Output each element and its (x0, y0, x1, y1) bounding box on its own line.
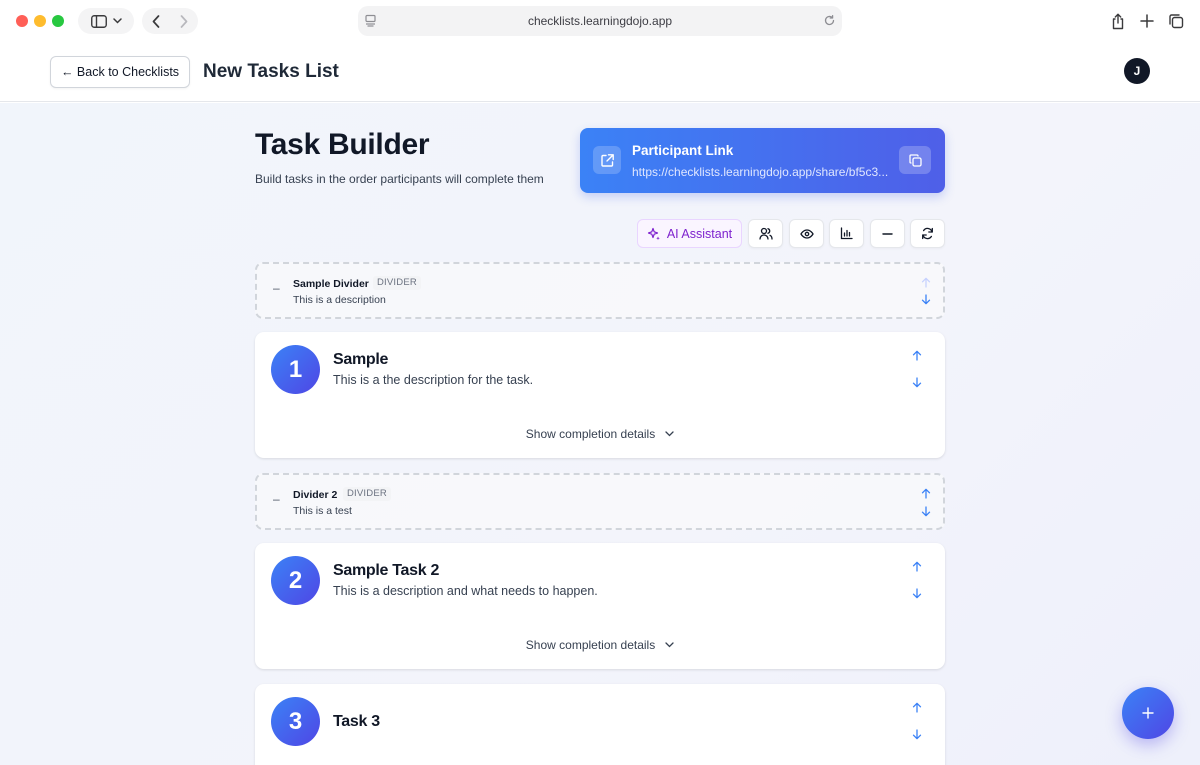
move-up-button[interactable] (910, 700, 924, 714)
tabs-icon (1167, 12, 1185, 30)
arrow-up-icon (921, 488, 931, 499)
move-down-button[interactable] (910, 727, 924, 741)
bar-chart-icon (840, 227, 853, 240)
move-up-button[interactable] (919, 486, 933, 500)
participants-button[interactable] (748, 219, 783, 248)
copy-link-button[interactable] (899, 146, 931, 174)
participant-link-title: Participant Link (632, 143, 734, 158)
divider-badge: DIVIDER (373, 276, 421, 290)
external-link-icon[interactable] (593, 146, 621, 174)
browser-chrome: checklists.learningdojo.app (0, 0, 1200, 42)
move-down-button[interactable] (919, 292, 933, 306)
avatar[interactable]: J (1124, 58, 1150, 84)
move-up-button[interactable] (910, 348, 924, 362)
show-completion-details-button[interactable]: Show completion details (255, 638, 945, 652)
divider-item[interactable]: – Sample Divider DIVIDER This is a descr… (255, 262, 945, 319)
show-completion-details-label: Show completion details (525, 638, 656, 652)
sidebar-toggle-button[interactable] (78, 8, 134, 34)
address-url: checklists.learningdojo.app (527, 14, 673, 28)
task-number: 2 (271, 556, 320, 605)
new-tab-button[interactable] (1138, 12, 1156, 30)
builder-title: Task Builder (255, 128, 430, 161)
task-title: Sample Task 2 (333, 562, 440, 579)
arrow-up-icon (921, 277, 931, 288)
move-down-button[interactable] (919, 504, 933, 518)
users-icon (758, 227, 773, 240)
forward-nav-button[interactable] (170, 14, 198, 28)
page-settings-icon[interactable] (364, 14, 377, 30)
arrow-up-icon (912, 350, 922, 361)
task-number: 1 (271, 345, 320, 394)
share-button[interactable] (1109, 12, 1127, 30)
minus-icon (882, 232, 893, 235)
plus-icon (1142, 707, 1154, 719)
arrow-down-icon (921, 293, 931, 304)
task-card[interactable]: 1 Sample This is a the description for t… (255, 332, 945, 458)
chevron-down-icon (665, 431, 674, 437)
builder-subtitle: Build tasks in the order participants wi… (255, 172, 544, 186)
chevron-right-icon (180, 14, 188, 28)
preview-button[interactable] (789, 219, 824, 248)
minimize-window-button[interactable] (34, 15, 46, 27)
arrow-up-icon (912, 561, 922, 572)
divider-marker: – (273, 281, 280, 295)
divider-description: This is a description (293, 294, 386, 306)
task-number: 3 (271, 697, 320, 746)
reload-icon[interactable] (823, 14, 836, 30)
divider-title: Sample Divider (293, 278, 369, 290)
participant-link-card: Participant Link https://checklists.lear… (580, 128, 945, 193)
add-task-button[interactable] (1122, 687, 1174, 739)
show-completion-details-button[interactable]: Show completion details (255, 427, 945, 441)
task-title: Task 3 (333, 713, 380, 730)
page-title: New Tasks List (203, 61, 339, 82)
back-to-checklists-button[interactable]: ← Back to Checklists (50, 56, 190, 88)
sparkles-icon (647, 227, 660, 240)
share-icon (1109, 12, 1127, 30)
tab-overview-button[interactable] (1167, 12, 1185, 30)
task-card[interactable]: 2 Sample Task 2 This is a description an… (255, 543, 945, 669)
arrow-down-icon (912, 587, 922, 598)
add-divider-button[interactable] (870, 219, 905, 248)
arrow-down-icon (921, 505, 931, 516)
divider-marker: – (273, 492, 280, 506)
participant-link-url[interactable]: https://checklists.learningdojo.app/shar… (632, 165, 892, 179)
refresh-button[interactable] (910, 219, 945, 248)
divider-item[interactable]: – Divider 2 DIVIDER This is a test (255, 473, 945, 530)
move-up-button[interactable] (910, 559, 924, 573)
arrow-down-icon (912, 728, 922, 739)
app-header: ← Back to Checklists New Tasks List J (0, 42, 1200, 102)
eye-icon (799, 228, 814, 239)
divider-title: Divider 2 (293, 489, 338, 501)
chevron-left-icon (152, 14, 160, 28)
divider-badge: DIVIDER (343, 487, 391, 501)
chevron-down-icon (665, 642, 674, 648)
task-title: Sample (333, 351, 389, 368)
refresh-icon (922, 227, 933, 240)
copy-icon (908, 153, 922, 167)
sidebar-icon (90, 14, 107, 28)
close-window-button[interactable] (16, 15, 28, 27)
main-content: Task Builder Build tasks in the order pa… (0, 103, 1200, 765)
task-description: This is a the description for the task. (333, 373, 534, 387)
maximize-window-button[interactable] (52, 15, 64, 27)
task-card[interactable]: 3 Task 3 (255, 684, 945, 765)
move-down-button[interactable] (910, 375, 924, 389)
move-down-button[interactable] (910, 586, 924, 600)
task-description: This is a description and what needs to … (333, 584, 598, 598)
ai-assistant-button[interactable]: AI Assistant (637, 219, 742, 248)
move-up-button[interactable] (919, 275, 933, 289)
history-navigation (142, 8, 198, 34)
show-completion-details-label: Show completion details (525, 427, 656, 441)
analytics-button[interactable] (829, 219, 864, 248)
arrow-down-icon (912, 376, 922, 387)
divider-description: This is a test (293, 505, 352, 517)
address-bar[interactable]: checklists.learningdojo.app (358, 6, 842, 36)
plus-icon (1138, 12, 1156, 30)
ai-assistant-label: AI Assistant (666, 226, 733, 241)
arrow-up-icon (912, 702, 922, 713)
back-nav-button[interactable] (142, 14, 170, 28)
chevron-down-icon (112, 18, 122, 24)
